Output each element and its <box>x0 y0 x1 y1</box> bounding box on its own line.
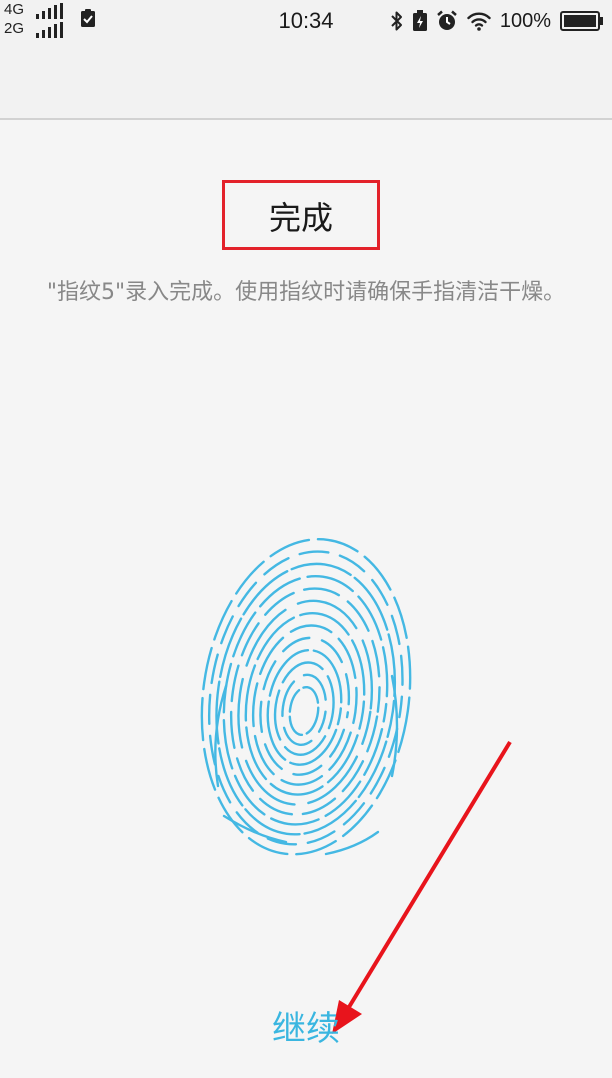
bluetooth-icon <box>391 11 402 31</box>
battery-percent: 100% <box>499 9 551 32</box>
battery-saver-icon <box>412 10 427 31</box>
completion-message: "指纹5"录入完成。使用指纹时请确保手指清洁干燥。 <box>46 280 566 305</box>
fingerprint-icon <box>200 538 412 856</box>
continue-button[interactable]: 继续 <box>226 1002 386 1056</box>
alarm-icon <box>437 10 457 30</box>
header-bar <box>0 44 612 118</box>
wifi-icon <box>467 12 491 31</box>
header-divider <box>0 118 612 120</box>
status-bar: 4G 2G 10:34 100% <box>0 0 612 44</box>
status-icons: 100% <box>390 8 604 34</box>
battery-icon <box>560 11 603 31</box>
page-title: 完成 <box>222 180 380 250</box>
